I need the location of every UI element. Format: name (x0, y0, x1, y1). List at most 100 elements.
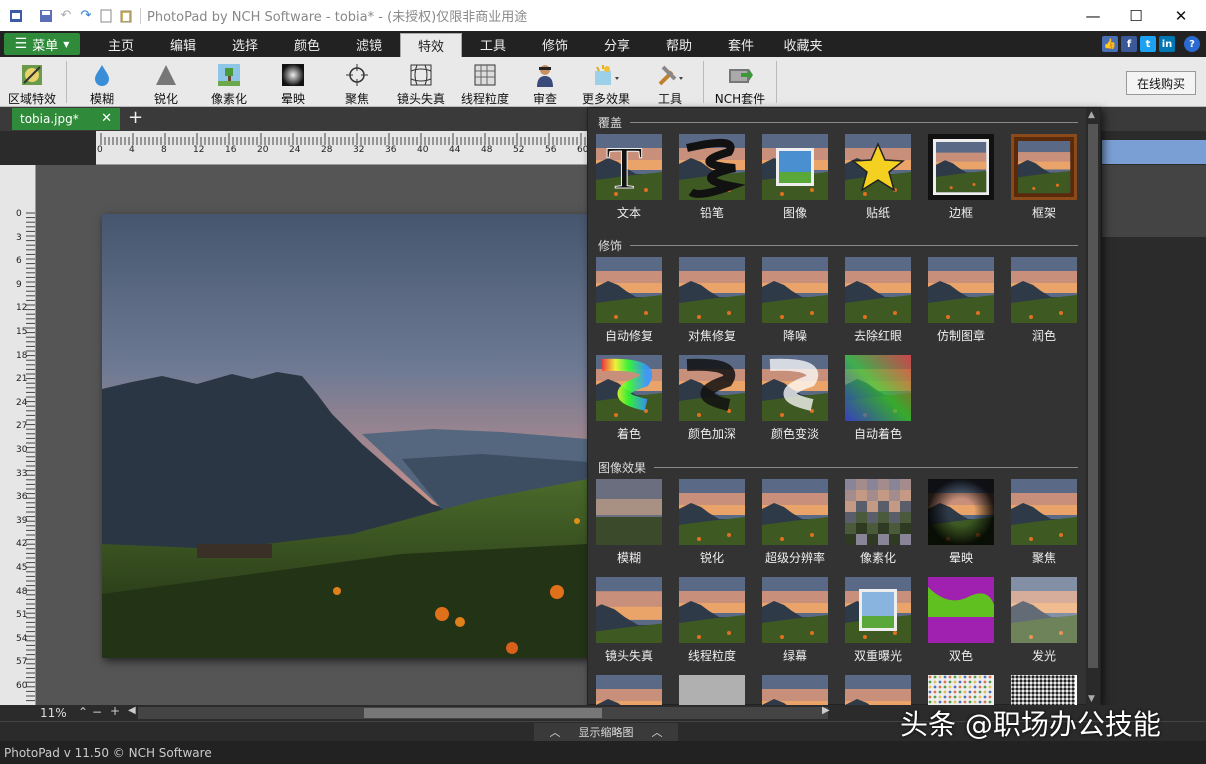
horizontal-scrollbar[interactable] (138, 707, 828, 719)
scroll-right-icon[interactable]: ▶ (822, 705, 830, 716)
zoom-in-button[interactable]: + (110, 704, 120, 718)
effect-item[interactable]: 聚焦 (1009, 479, 1079, 569)
photo-canvas[interactable] (102, 214, 588, 658)
lens-distortion-button[interactable]: 镜头失真 (389, 57, 453, 107)
document-tab[interactable]: tobia.jpg* ✕ (12, 108, 120, 130)
effect-item[interactable] (926, 675, 996, 706)
suite-icon (727, 62, 753, 88)
redo-icon[interactable]: ↷ (78, 8, 94, 24)
effect-thumbnail (845, 577, 911, 643)
tab-share[interactable]: 分享 (586, 31, 648, 57)
effect-item[interactable] (594, 675, 664, 706)
scroll-up-icon[interactable]: ▲ (1088, 110, 1095, 120)
buy-online-button[interactable]: 在线购买 (1126, 71, 1196, 95)
effect-item[interactable]: 颜色加深 (677, 355, 747, 445)
selected-layer-row[interactable] (1102, 140, 1206, 164)
regional-effects-button[interactable]: 区域特效 (0, 57, 64, 107)
minimize-button[interactable]: — (1070, 0, 1116, 31)
paste-icon[interactable] (118, 8, 134, 24)
effect-item[interactable]: 对焦修复 (677, 257, 747, 347)
film-grain-button[interactable]: 线程粒度 (453, 57, 517, 107)
effect-item[interactable]: 自动修复 (594, 257, 664, 347)
effect-item[interactable]: 像素化 (843, 479, 913, 569)
effect-item[interactable]: 去除红眼 (843, 257, 913, 347)
show-thumbnails-toggle[interactable]: ︿ 显示缩略图 ︿ (534, 723, 678, 741)
effect-thumbnail (679, 479, 745, 545)
effect-item[interactable]: 超级分辨率 (760, 479, 830, 569)
effect-item[interactable]: 颜色变淡 (760, 355, 830, 445)
effect-label: 镜头失真 (604, 649, 653, 663)
tab-home[interactable]: 主页 (90, 31, 152, 57)
ruler-label: 28 (321, 145, 333, 155)
tab-retouch[interactable]: 修饰 (524, 31, 586, 57)
facebook-icon[interactable]: f (1121, 36, 1137, 52)
effect-item[interactable]: 铅笔 (677, 134, 747, 224)
effect-item[interactable]: 自动着色 (843, 355, 913, 445)
close-button[interactable]: ✕ (1158, 0, 1204, 31)
dropdown-scrollbar[interactable]: ▲ ▼ (1086, 108, 1100, 706)
effect-item[interactable]: 晕映 (926, 479, 996, 569)
effect-item[interactable] (677, 675, 747, 706)
effect-item[interactable]: 双色 (926, 577, 996, 667)
effect-item[interactable] (843, 675, 913, 706)
sharpen-button[interactable]: 锐化 (135, 57, 197, 107)
dropdown-scroll-thumb[interactable] (1088, 124, 1098, 668)
tab-select[interactable]: 选择 (214, 31, 276, 57)
add-tab-button[interactable]: + (128, 107, 143, 128)
effect-item[interactable]: 模糊 (594, 479, 664, 569)
focus-button[interactable]: 聚焦 (325, 57, 389, 107)
save-icon[interactable] (38, 8, 54, 24)
effect-item[interactable]: 锐化 (677, 479, 747, 569)
effect-item[interactable]: 润色 (1009, 257, 1079, 347)
review-button[interactable]: 审查 (517, 57, 573, 107)
twitter-icon[interactable]: t (1140, 36, 1156, 52)
effects-grid: 覆盖 T 文本 铅笔 图像 贴纸 边框 框架 修饰 自动修复 对焦修复 降噪 去… (588, 108, 1088, 706)
section-header: 图像效果 (598, 459, 1078, 476)
linkedin-icon[interactable]: in (1159, 36, 1175, 52)
effect-item[interactable]: T 文本 (594, 134, 664, 224)
effect-item[interactable]: 双重曝光 (843, 577, 913, 667)
zoom-stepper-icon[interactable]: ⌃ (78, 705, 88, 719)
ruler-label: 39 (16, 515, 28, 526)
effect-item[interactable]: 降噪 (760, 257, 830, 347)
tab-color[interactable]: 颜色 (276, 31, 338, 57)
effect-item[interactable]: 图像 (760, 134, 830, 224)
effect-item[interactable]: 边框 (926, 134, 996, 224)
effect-item[interactable]: 镜头失真 (594, 577, 664, 667)
effect-item[interactable]: 线程粒度 (677, 577, 747, 667)
pixelate-button[interactable]: 像素化 (197, 57, 261, 107)
maximize-button[interactable]: ☐ (1113, 0, 1159, 31)
zoom-out-button[interactable]: − (92, 705, 102, 719)
close-tab-icon[interactable]: ✕ (101, 111, 112, 126)
effect-item[interactable]: 仿制图章 (926, 257, 996, 347)
main-menu-button[interactable]: ☰ 菜单 ▼ (4, 33, 80, 55)
tab-tools[interactable]: 工具 (462, 31, 524, 57)
ruler-label: 60 (16, 681, 28, 691)
effect-item[interactable]: 绿幕 (760, 577, 830, 667)
tab-favorites[interactable]: 收藏夹 (772, 31, 834, 57)
tab-effects[interactable]: 特效 (400, 33, 462, 57)
toolbar-divider (776, 61, 777, 103)
blur-button[interactable]: 模糊 (69, 57, 135, 107)
effect-item[interactable] (760, 675, 830, 706)
horizontal-scroll-thumb[interactable] (364, 708, 602, 718)
effect-item[interactable] (1009, 675, 1079, 706)
like-icon[interactable]: 👍 (1102, 36, 1118, 52)
effect-item[interactable]: 贴纸 (843, 134, 913, 224)
effect-item[interactable]: 发光 (1009, 577, 1079, 667)
effect-item[interactable]: 框架 (1009, 134, 1079, 224)
effect-item[interactable]: 着色 (594, 355, 664, 445)
effect-label: 像素化 (859, 551, 896, 565)
scroll-left-icon[interactable]: ◀ (128, 705, 136, 716)
undo-icon[interactable]: ↶ (58, 8, 74, 24)
help-icon[interactable]: ? (1184, 36, 1200, 52)
more-effects-button[interactable]: 更多效果 (573, 57, 639, 107)
tab-filter[interactable]: 滤镜 (338, 31, 400, 57)
new-file-icon[interactable] (98, 8, 114, 24)
tab-edit[interactable]: 编辑 (152, 31, 214, 57)
tools-button[interactable]: 工具 (639, 57, 701, 107)
tab-help[interactable]: 帮助 (648, 31, 710, 57)
nch-suite-button[interactable]: NCH套件 (706, 57, 774, 107)
vignette-button[interactable]: 晕映 (261, 57, 325, 107)
tab-suite[interactable]: 套件 (710, 31, 772, 57)
